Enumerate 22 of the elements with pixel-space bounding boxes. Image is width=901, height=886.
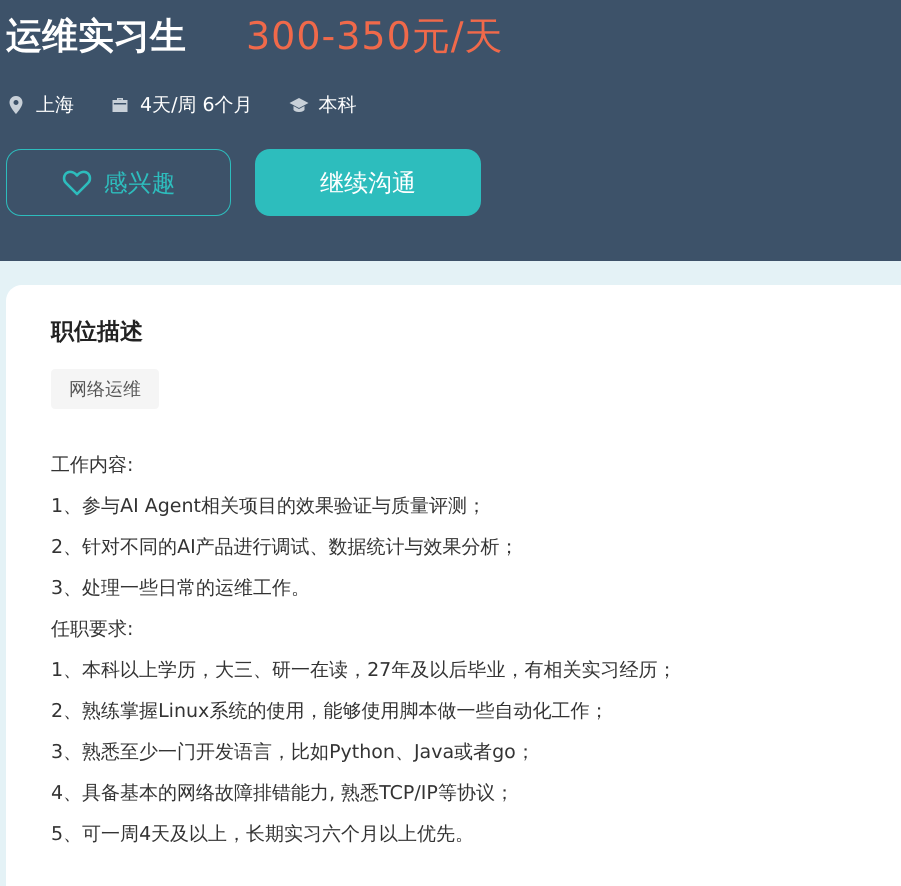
description-line: 1、参与AI Agent相关项目的效果验证与质量评测； bbox=[51, 494, 487, 519]
chat-button[interactable]: 继续沟通 bbox=[255, 149, 481, 216]
description-line: 4、具备基本的网络故障排错能力, 熟悉TCP/IP等协议； bbox=[51, 781, 515, 806]
interested-button[interactable]: 感兴趣 bbox=[6, 149, 231, 216]
description-line: 2、熟练掌握Linux系统的使用，能够使用脚本做一些自动化工作； bbox=[51, 699, 610, 724]
salary: 300-350元/天 bbox=[246, 12, 504, 60]
meta-text: 4天/周 6个月 bbox=[140, 93, 253, 118]
graduation-cap-icon bbox=[288, 95, 309, 115]
job-title: 运维实习生 bbox=[6, 14, 186, 58]
heart-icon bbox=[62, 168, 92, 196]
briefcase-icon bbox=[110, 95, 130, 115]
description-line: 1、本科以上学历，大三、研一在读，27年及以后毕业，有相关实习经历； bbox=[51, 658, 678, 683]
meta-text: 本科 bbox=[318, 93, 357, 118]
description-line: 2、针对不同的AI产品进行调试、数据统计与效果分析； bbox=[51, 535, 520, 560]
description-line: 工作内容: bbox=[51, 453, 134, 478]
meta-text: 上海 bbox=[36, 93, 74, 118]
description-line: 任职要求: bbox=[51, 617, 134, 642]
description-line: 5、可一周4天及以上，长期实习六个月以上优先。 bbox=[51, 822, 476, 847]
tag: 网络运维 bbox=[51, 369, 159, 409]
section-heading: 职位描述 bbox=[51, 318, 144, 347]
description-line: 3、处理一些日常的运维工作。 bbox=[51, 576, 312, 601]
description-line: 3、熟悉至少一门开发语言，比如Python、Java或者go； bbox=[51, 740, 536, 765]
